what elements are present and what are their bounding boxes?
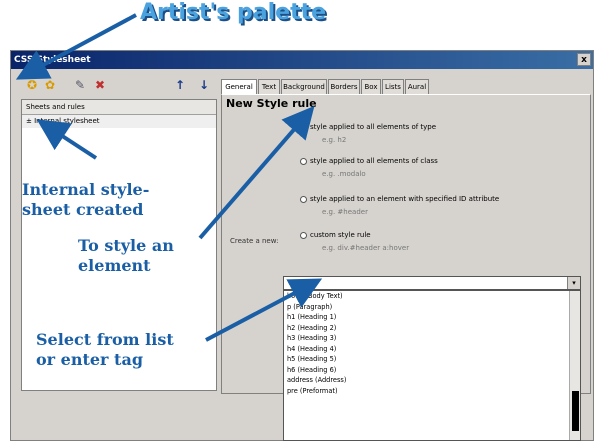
- annotation-line: sheet created: [22, 200, 144, 219]
- tab-text[interactable]: Text: [258, 79, 280, 94]
- annotation-line: Select from list: [36, 330, 174, 349]
- tab-box[interactable]: Box: [361, 79, 381, 94]
- scrollbar-thumb[interactable]: [572, 391, 579, 431]
- tree-item-label: Internal stylesheet: [34, 117, 100, 125]
- create-new-label: Create a new:: [230, 237, 279, 245]
- option-class-example: e.g. .modalo: [322, 170, 366, 178]
- window-title: CSS Stylesheet: [14, 55, 91, 65]
- new-stylesheet-icon[interactable]: ✪: [25, 78, 39, 92]
- option-id-label: style applied to an element with specifi…: [310, 195, 500, 203]
- annotation-line: or enter tag: [36, 350, 143, 369]
- dropdown-item[interactable]: h4 (Heading 4): [284, 344, 580, 355]
- dropdown-item[interactable]: body (Body Text): [284, 291, 580, 302]
- dropdown-item[interactable]: h6 (Heading 6): [284, 365, 580, 376]
- annotation-select-list: Select from list or enter tag: [36, 330, 174, 370]
- radio-id[interactable]: [300, 196, 307, 203]
- dropdown-item[interactable]: pre (Preformat): [284, 386, 580, 397]
- dropdown-item[interactable]: address (Address): [284, 375, 580, 386]
- tab-lists[interactable]: Lists: [382, 79, 404, 94]
- window-titlebar: CSS Stylesheet x: [11, 51, 593, 69]
- dropdown-item[interactable]: h3 (Heading 3): [284, 333, 580, 344]
- chevron-down-icon[interactable]: ▾: [567, 277, 580, 289]
- dropdown-item[interactable]: h2 (Heading 2): [284, 323, 580, 334]
- dropdown-item[interactable]: h5 (Heading 5): [284, 354, 580, 365]
- annotation-title: Artist's palette: [140, 0, 327, 25]
- option-type-example: e.g. h2: [322, 136, 347, 144]
- annotation-style-element: To style an element: [78, 236, 174, 276]
- radio-custom[interactable]: [300, 232, 307, 239]
- palette-icon[interactable]: ✿: [43, 78, 57, 92]
- annotation-internal-stylesheet: Internal style- sheet created: [22, 180, 149, 220]
- dropdown-item[interactable]: p (Paragraph): [284, 302, 580, 313]
- option-custom-example: e.g. div.#header a:hover: [322, 244, 410, 252]
- tab-background[interactable]: Background: [281, 79, 327, 94]
- tab-borders[interactable]: Borders: [328, 79, 360, 94]
- annotation-line: To style an: [78, 236, 174, 255]
- option-custom-label: custom style rule: [310, 231, 371, 239]
- toolbar: ✪ ✿ ✎ ✖ ↑ ↓: [11, 71, 221, 99]
- annotation-line: element: [78, 256, 151, 275]
- annotation-line: Internal style-: [22, 180, 150, 199]
- tab-general[interactable]: General: [221, 79, 257, 95]
- option-class-label: style applied to all elements of class: [310, 157, 438, 165]
- delete-icon[interactable]: ✖: [93, 78, 107, 92]
- tab-aural[interactable]: Aural: [405, 79, 429, 94]
- close-icon[interactable]: x: [577, 53, 591, 66]
- dropdown-item[interactable]: h1 (Heading 1): [284, 312, 580, 323]
- radio-type[interactable]: [300, 124, 307, 131]
- dropdown-scrollbar[interactable]: [569, 291, 580, 440]
- move-down-icon[interactable]: ↓: [197, 78, 211, 92]
- panel-title: New Style rule: [226, 97, 317, 110]
- expand-icon[interactable]: ±: [26, 117, 34, 125]
- radio-class[interactable]: [300, 158, 307, 165]
- tree-item-internal-stylesheet[interactable]: ± Internal stylesheet: [22, 115, 216, 128]
- edit-icon[interactable]: ✎: [73, 78, 87, 92]
- tree-header: Sheets and rules: [22, 100, 216, 115]
- option-id-example: e.g. #header: [322, 208, 368, 216]
- tag-dropdown-list: body (Body Text) p (Paragraph) h1 (Headi…: [283, 290, 581, 441]
- option-type-label: style applied to all elements of type: [310, 123, 437, 131]
- selector-combobox[interactable]: ▾: [283, 276, 581, 290]
- move-up-icon[interactable]: ↑: [173, 78, 187, 92]
